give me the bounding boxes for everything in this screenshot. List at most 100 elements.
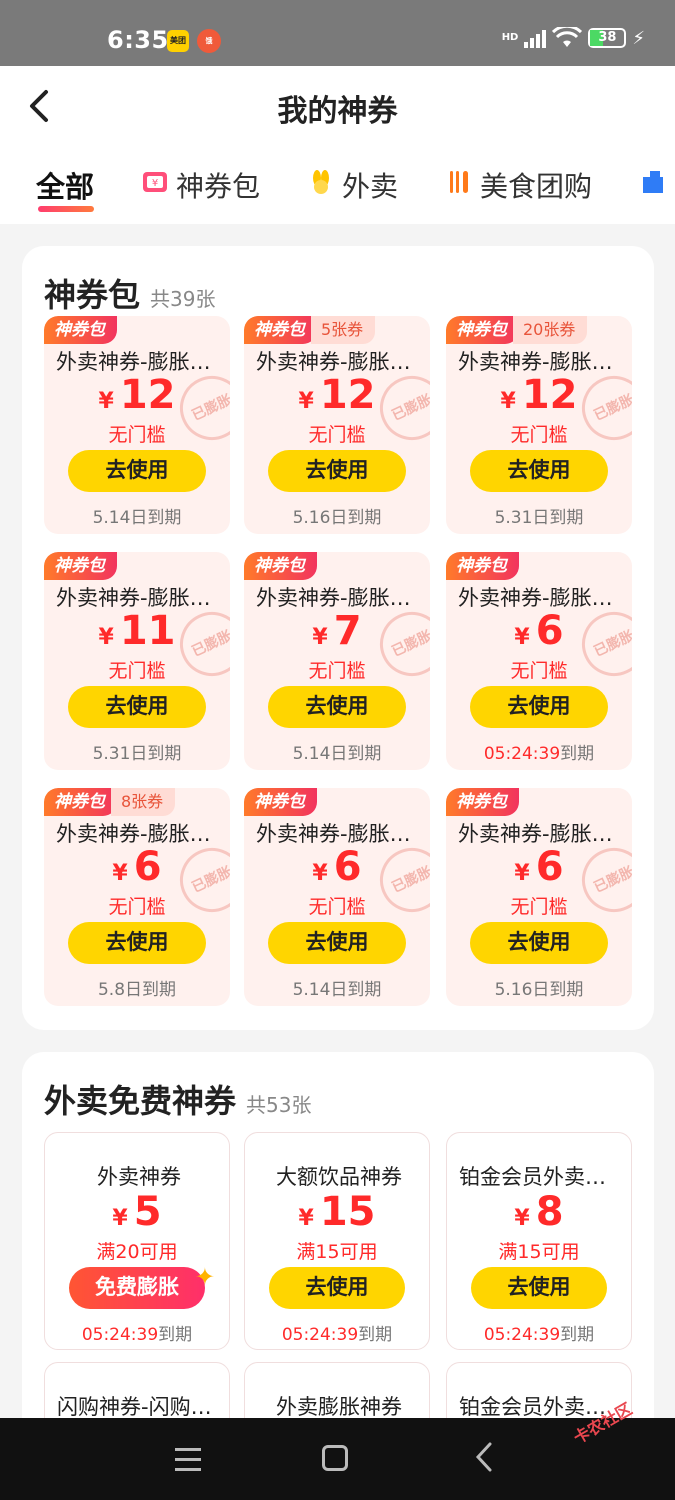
coupon-card[interactable]: 神券包 已膨胀 外卖神券-膨胀神券 ¥11 无门槛 去使用 5.31日到期 [44, 552, 230, 770]
expiry-countdown: 05:24:39 [483, 744, 561, 764]
sparkle-icon: ✦ [194, 1263, 215, 1291]
coupon-price: ¥7 [244, 608, 430, 654]
coupon-pack-badge: 神券包 [446, 316, 519, 344]
delivery-icon [308, 169, 334, 201]
use-coupon-button[interactable]: 去使用 [68, 450, 206, 492]
coupon-amount: 12 [319, 372, 376, 418]
coupon-expiry: 5.31日到期 [446, 503, 632, 528]
coupon-condition: 无门槛 [510, 424, 568, 446]
recent-apps-button[interactable] [175, 1448, 201, 1478]
yen-symbol: ¥ [298, 389, 314, 414]
coupon-amount: 15 [319, 1189, 376, 1235]
tab-food-group-buy[interactable]: 美食团购 [446, 146, 592, 224]
coupon-amount: 12 [119, 372, 176, 418]
coupon-card[interactable]: 神券包 已膨胀 外卖神券-膨胀神券 ¥6 无门槛 去使用 05:24:39到期 [446, 552, 632, 770]
use-coupon-button[interactable]: 去使用 [268, 686, 406, 728]
use-coupon-button[interactable]: 去使用 [68, 686, 206, 728]
coupon-card[interactable]: 神券包 已膨胀 外卖神券-膨胀神券 ¥12 无门槛 去使用 5.14日到期 [44, 316, 230, 534]
coupon-card[interactable]: 神券包 已膨胀 外卖神券-膨胀神券 ¥6 无门槛 去使用 5.16日到期 [446, 788, 632, 1006]
wifi-icon [552, 27, 583, 47]
category-tabs: 全部 ¥ 神券包 外卖 美食团购 [0, 146, 675, 224]
tab-coupon-pack[interactable]: ¥ 神券包 [142, 146, 260, 224]
status-bar: 6:35 美团 饿 HD 38 ⚡ [0, 0, 675, 66]
use-coupon-button[interactable]: 去使用 [68, 922, 206, 964]
expiry-text: 5.8日到期 [97, 980, 177, 1000]
coupon-amount: 11 [119, 608, 176, 654]
coupon-condition: 满20可用 [96, 1241, 178, 1263]
tab-more[interactable] [640, 146, 674, 224]
expiry-countdown: 05:24:39 [281, 1325, 359, 1345]
coupon-pack-badge: 神券包 [244, 552, 317, 580]
expiry-text: 5.14日到期 [292, 980, 382, 1000]
coupon-pack-badge: 神券包 [244, 316, 317, 344]
expiry-text: 5.14日到期 [292, 744, 382, 764]
coupon-amount: 7 [333, 608, 362, 654]
coupon-condition: 无门槛 [510, 896, 568, 918]
status-indicators: HD 38 ⚡ [502, 27, 645, 49]
coupon-price: ¥12 [244, 372, 430, 418]
tab-all[interactable]: 全部 [36, 146, 95, 224]
yen-symbol: ¥ [500, 389, 516, 414]
home-button[interactable] [322, 1445, 348, 1471]
coupon-price: ¥12 [446, 372, 632, 418]
yen-symbol: ¥ [514, 861, 530, 886]
coupon-name: 大额饮品神券 [276, 1165, 402, 1189]
badge-row: 神券包 [446, 552, 519, 580]
coupon-expiry: 05:24:39到期 [447, 1320, 631, 1345]
battery-icon: 38 [588, 28, 627, 48]
section-count: 共39张 [150, 287, 216, 311]
use-coupon-button[interactable]: 去使用 [471, 1267, 607, 1309]
food-icon [446, 169, 472, 201]
use-coupon-button[interactable]: 去使用 [269, 1267, 405, 1309]
use-coupon-button[interactable]: 去使用 [268, 450, 406, 492]
page-header: 我的神券 [0, 66, 675, 146]
coupon-pack-badge: 神券包 [44, 788, 117, 816]
coupon-card[interactable]: 神券包 5张券 已膨胀 外卖神券-膨胀神券 ¥12 无门槛 去使用 5.16日到期 [244, 316, 430, 534]
coupon-expiry: 5.14日到期 [244, 975, 430, 1000]
nav-back-icon[interactable] [470, 1440, 500, 1474]
section-title: 外卖免费神券 [44, 1082, 237, 1120]
badge-row: 神券包 [44, 552, 117, 580]
coupon-card[interactable]: 神券包 已膨胀 外卖神券-膨胀神券 ¥6 无门槛 去使用 5.14日到期 [244, 788, 430, 1006]
use-coupon-button[interactable]: 去使用 [470, 450, 608, 492]
expiry-text: 5.16日到期 [494, 980, 584, 1000]
section-header: 神券包 共39张 [44, 270, 215, 316]
expiry-text: 5.31日到期 [92, 744, 182, 764]
free-coupon-card[interactable]: 铂金会员外卖神券 ¥8 满15可用 去使用 05:24:39到期 [446, 1132, 632, 1350]
coupon-quantity-badge: 8张券 [111, 788, 176, 816]
free-coupon-card[interactable]: 大额饮品神券 ¥15 满15可用 去使用 05:24:39到期 [244, 1132, 430, 1350]
use-coupon-button[interactable]: 去使用 [470, 922, 608, 964]
yen-symbol: ¥ [112, 861, 128, 886]
coupon-condition: 无门槛 [108, 896, 166, 918]
expiry-text: 5.31日到期 [494, 508, 584, 528]
coupon-condition: 满15可用 [296, 1241, 378, 1263]
coupon-pack-section: 神券包 共39张 神券包 已膨胀 外卖神券-膨胀神券 ¥12 无门槛 去使用 5.14日到期… [22, 246, 654, 1030]
coupon-price: ¥6 [446, 844, 632, 890]
tab-delivery[interactable]: 外卖 [308, 146, 398, 224]
coupon-card[interactable]: 神券包 8张券 已膨胀 外卖神券-膨胀神券 ¥6 无门槛 去使用 5.8日到期 [44, 788, 230, 1006]
coupon-card[interactable]: 神券包 已膨胀 外卖神券-膨胀神券 ¥7 无门槛 去使用 5.14日到期 [244, 552, 430, 770]
coupon-amount: 8 [535, 1189, 564, 1235]
coupon-price: ¥6 [446, 608, 632, 654]
coupon-amount: 12 [521, 372, 578, 418]
free-coupon-card[interactable]: 外卖神券 ¥5 满20可用 免费膨胀 ✦ 05:24:39到期 [44, 1132, 230, 1350]
yen-symbol: ¥ [98, 625, 114, 650]
coupon-expiry: 5.14日到期 [244, 739, 430, 764]
coupon-price: ¥11 [44, 608, 230, 654]
coupon-amount: 6 [535, 844, 564, 890]
yen-symbol: ¥ [298, 1206, 314, 1231]
free-inflate-button[interactable]: 免费膨胀 [69, 1267, 205, 1309]
badge-row: 神券包 [446, 788, 519, 816]
page-title: 我的神券 [277, 94, 398, 129]
coupon-condition: 无门槛 [108, 424, 166, 446]
coupon-condition: 无门槛 [308, 424, 366, 446]
coupon-price: ¥6 [44, 844, 230, 890]
coupon-expiry: 5.16日到期 [446, 975, 632, 1000]
coupon-name: 闪购神券-闪购专享 [57, 1395, 221, 1419]
section-header: 外卖免费神券 共53张 [44, 1076, 311, 1122]
use-coupon-button[interactable]: 去使用 [470, 686, 608, 728]
use-coupon-button[interactable]: 去使用 [268, 922, 406, 964]
meituan-notification-icon: 美团 [167, 30, 189, 52]
coupon-card[interactable]: 神券包 20张券 已膨胀 外卖神券-膨胀神券 ¥12 无门槛 去使用 5.31日到期 [446, 316, 632, 534]
coupon-expiry: 05:24:39到期 [446, 739, 632, 764]
